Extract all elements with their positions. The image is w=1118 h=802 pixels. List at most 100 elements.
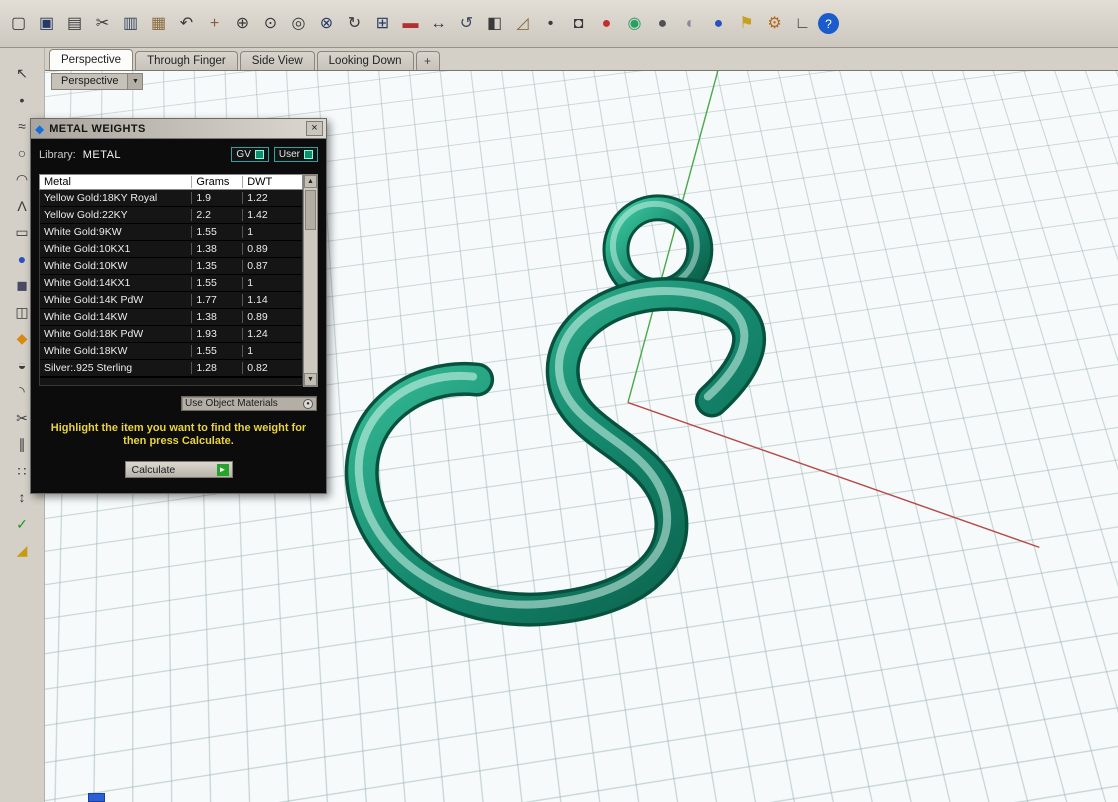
tab-label: Through Finger (147, 55, 226, 67)
user-button-label: User (278, 149, 300, 160)
zoom-dynamic-icon[interactable]: ⊕ (230, 11, 255, 36)
pan-hand-icon[interactable]: + (202, 11, 227, 36)
copy-icon[interactable]: ▥ (118, 11, 143, 36)
table-row[interactable]: White Gold:14KX1 1.55 1 (40, 275, 302, 292)
user-checkbox-icon[interactable] (304, 150, 313, 159)
sweep-icon[interactable]: ◢ (11, 539, 34, 561)
gv-button[interactable]: GV (231, 147, 269, 162)
scale-icon[interactable]: ◿ (510, 11, 535, 36)
paste-icon[interactable]: ▦ (146, 11, 171, 36)
table-row[interactable]: Silver:.925 Sterling 1.28 0.82 (40, 360, 302, 377)
undo-icon[interactable]: ↶ (174, 11, 199, 36)
scroll-up-icon[interactable]: ▲ (304, 175, 317, 188)
render-icon[interactable]: ● (594, 11, 619, 36)
rotate-view-icon[interactable]: ↻ (342, 11, 367, 36)
table-row[interactable]: White Gold:10KX1 1.38 0.89 (40, 241, 302, 258)
table-row[interactable]: Yellow Gold:18KY Royal 1.9 1.22 (40, 190, 302, 207)
cell-dwt: 0.89 (242, 311, 302, 323)
sphere-dark-icon[interactable]: ● (650, 11, 675, 36)
instruction-text: Highlight the item you want to find the … (50, 422, 307, 447)
cell-grams: 1.55 (191, 226, 242, 238)
table-row[interactable]: White Gold:14K PdW 1.77 1.14 (40, 292, 302, 309)
table-scrollbar[interactable]: ▲ ▼ (303, 174, 318, 387)
cell-grams: 1.93 (191, 328, 242, 340)
cell-metal: Silver:.925 Sterling (44, 362, 133, 374)
lock-icon[interactable]: ◘ (566, 11, 591, 36)
cell-grams: 1.38 (191, 311, 242, 323)
calculate-button-label: Calculate (131, 463, 176, 476)
cell-grams: 1.55 (191, 277, 242, 289)
cell-metal: White Gold:9KW (44, 226, 122, 238)
tab-perspective[interactable]: Perspective (49, 49, 134, 70)
dropdown-button-icon[interactable]: ● (303, 398, 313, 409)
cell-dwt: 1.14 (242, 294, 302, 306)
pendant-object[interactable] (344, 194, 766, 627)
close-icon[interactable]: × (306, 121, 323, 136)
metal-table-header: Metal Grams DWT (39, 174, 303, 190)
play-arrow-icon: ► (216, 463, 229, 476)
table-row[interactable]: White Gold:18KW 1.55 1 (40, 343, 302, 360)
mirror-icon[interactable]: ◧ (482, 11, 507, 36)
cell-dwt: 1.42 (242, 209, 302, 221)
gv-checkbox-icon[interactable] (254, 150, 264, 159)
help-icon[interactable]: ? (818, 13, 839, 34)
table-row[interactable]: Yellow Gold:22KY 2.2 1.42 (40, 207, 302, 224)
point-icon[interactable]: • (11, 89, 34, 111)
cell-dwt: 1 (242, 345, 302, 357)
print-icon[interactable]: ▤ (62, 11, 87, 36)
scrollbar-thumb[interactable] (305, 190, 316, 230)
zoom-extents-icon[interactable]: ◎ (286, 11, 311, 36)
add-viewport-tab-button[interactable]: + (415, 51, 440, 70)
cell-grams: 1.77 (191, 294, 242, 306)
pointer-icon[interactable]: ↖ (11, 62, 34, 84)
cell-metal: Yellow Gold:22KY (44, 209, 128, 221)
tab-through-finger[interactable]: Through Finger (135, 51, 238, 70)
tab-side-view[interactable]: Side View (239, 51, 315, 70)
check-icon[interactable]: ✓ (11, 513, 34, 535)
options-gear-icon[interactable]: ⚙ (762, 11, 787, 36)
table-row[interactable]: White Gold:10KW 1.35 0.87 (40, 258, 302, 275)
library-buttons: GV User (231, 147, 318, 162)
column-header-grams[interactable]: Grams (191, 176, 242, 188)
cell-metal: Yellow Gold:18KY Royal (44, 192, 158, 204)
metal-weights-dialog: ◆ METAL WEIGHTS × Library: METAL GV User… (30, 118, 327, 494)
tab-looking-down[interactable]: Looking Down (316, 51, 414, 70)
cell-grams: 1.55 (191, 345, 242, 357)
cell-dwt: 1 (242, 226, 302, 238)
cell-dwt: 1 (242, 277, 302, 289)
cell-dwt: 0.87 (242, 260, 302, 272)
viewport-title-menu[interactable]: Perspective ▼ (51, 73, 144, 90)
viewport-layout-icon[interactable]: ⊞ (370, 11, 395, 36)
dialog-titlebar[interactable]: ◆ METAL WEIGHTS × (31, 119, 326, 139)
cell-metal: White Gold:18KW (44, 345, 128, 357)
chevron-down-icon[interactable]: ▼ (128, 73, 144, 90)
zoom-selected-icon[interactable]: ⊗ (314, 11, 339, 36)
rotate-icon[interactable]: ↺ (454, 11, 479, 36)
sphere-blue-icon[interactable]: ● (706, 11, 731, 36)
open-file-icon[interactable]: ▢ (6, 11, 31, 36)
save-icon[interactable]: ▣ (34, 11, 59, 36)
sphere-light-icon[interactable]: ◐ (678, 11, 703, 36)
material-icon[interactable]: ◉ (622, 11, 647, 36)
user-button[interactable]: User (273, 147, 318, 162)
cell-grams: 1.38 (191, 243, 242, 255)
materials-dropdown[interactable]: Use Object Materials ● (181, 396, 317, 411)
calculate-button[interactable]: Calculate ► (124, 461, 233, 478)
table-row[interactable]: White Gold:14KW 1.38 0.89 (40, 309, 302, 326)
zoom-window-icon[interactable]: ⊙ (258, 11, 283, 36)
table-row[interactable]: White Gold:18K PdW 1.93 1.24 (40, 326, 302, 343)
scroll-down-icon[interactable]: ▼ (304, 373, 317, 386)
point-icon[interactable]: • (538, 11, 563, 36)
table-row[interactable]: White Gold:9KW 1.55 1 (40, 224, 302, 241)
notes-flag-icon[interactable]: ⚑ (734, 11, 759, 36)
move-icon[interactable]: ↔ (426, 11, 451, 36)
library-value: METAL (82, 148, 122, 161)
cell-metal: White Gold:14KW (44, 311, 128, 323)
erase-icon[interactable]: ▬ (398, 11, 423, 36)
scroll-thumb[interactable] (88, 793, 105, 802)
library-row: Library: METAL GV User (31, 139, 326, 166)
cut-icon[interactable]: ✂ (90, 11, 115, 36)
column-header-metal[interactable]: Metal (40, 176, 191, 188)
cplane-axes-icon[interactable]: ∟ (790, 11, 815, 36)
column-header-dwt[interactable]: DWT (242, 176, 302, 188)
